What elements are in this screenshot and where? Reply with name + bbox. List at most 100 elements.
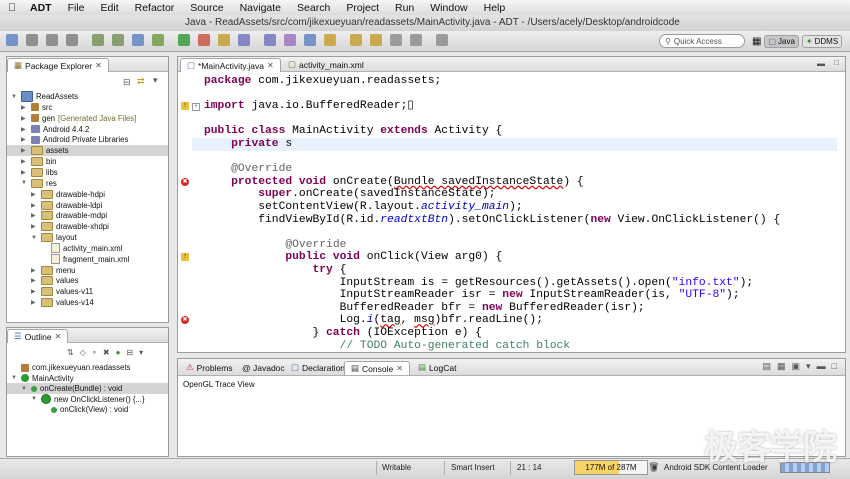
new-interface-icon[interactable] <box>264 34 276 46</box>
run-ext-icon[interactable] <box>198 34 210 46</box>
menu-file[interactable]: File <box>60 2 93 14</box>
close-icon[interactable]: ✕ <box>396 364 403 373</box>
sort-icon[interactable]: ⇅ <box>67 348 74 357</box>
package-explorer-item[interactable]: ▶ drawable-xhdpi <box>7 221 168 232</box>
outline-item[interactable]: onClick(View) : void <box>7 404 168 415</box>
tab-logcat[interactable]: ▤ LogCat <box>412 361 462 374</box>
package-explorer-item[interactable]: ▶ bin <box>7 156 168 167</box>
error-marker-icon[interactable]: ✖ <box>181 177 189 186</box>
tab-outline[interactable]: ☰ Outline ✕ <box>7 329 69 343</box>
collapse-icon[interactable]: ⊟ <box>126 348 133 357</box>
package-explorer-item[interactable]: ▶ assets <box>7 145 168 157</box>
run-icon[interactable] <box>178 34 190 46</box>
forward-icon[interactable] <box>410 34 422 46</box>
search-icon[interactable] <box>304 34 316 46</box>
link-with-editor-icon[interactable]: ⇄ <box>137 76 145 87</box>
menu-edit[interactable]: Edit <box>93 2 127 14</box>
tab-declaration[interactable]: ▢ Declaration <box>285 361 351 374</box>
expanded-triangle-icon[interactable]: ▼ <box>21 386 28 392</box>
warning-marker-icon[interactable]: ! <box>181 253 189 262</box>
close-icon[interactable]: ✕ <box>95 61 102 70</box>
quick-access-field[interactable]: ⚲ Quick Access <box>659 34 745 48</box>
expanded-triangle-icon[interactable]: ▼ <box>31 235 38 241</box>
menu-window[interactable]: Window <box>422 2 475 14</box>
save-all-icon[interactable] <box>46 34 58 46</box>
package-explorer-item[interactable]: ▶ src <box>7 102 168 113</box>
apple-icon[interactable]:  <box>8 2 22 14</box>
display-console-icon[interactable]: ▦ <box>777 361 786 372</box>
menu-help[interactable]: Help <box>476 2 514 14</box>
next-annotation-icon[interactable] <box>350 34 362 46</box>
collapsed-triangle-icon[interactable]: ▶ <box>21 126 28 133</box>
collapsed-triangle-icon[interactable]: ▶ <box>21 158 28 165</box>
package-explorer-item[interactable]: ▼ res <box>7 178 168 189</box>
minimize-icon[interactable]: ▬ <box>817 361 826 372</box>
new-class-icon[interactable] <box>238 34 250 46</box>
debug-icon[interactable] <box>152 34 164 46</box>
tab-problems[interactable]: ⚠ Problems <box>180 361 239 374</box>
collapsed-triangle-icon[interactable]: ▶ <box>21 115 28 122</box>
collapsed-triangle-icon[interactable]: ▶ <box>31 299 38 306</box>
collapsed-triangle-icon[interactable]: ▶ <box>31 288 38 295</box>
collapsed-triangle-icon[interactable]: ▶ <box>31 191 38 198</box>
tab-mainactivity-java[interactable]: ▢ *MainActivity.java ✕ <box>180 58 281 72</box>
menu-refactor[interactable]: Refactor <box>127 2 183 14</box>
minimize-icon[interactable]: ▬ <box>817 59 825 68</box>
open-perspective-icon[interactable]: ▦ <box>752 36 761 47</box>
collapse-all-icon[interactable]: ⊟ <box>123 77 131 88</box>
package-explorer-item[interactable]: ▶ menu <box>7 265 168 276</box>
close-icon[interactable]: ✕ <box>267 61 274 70</box>
package-explorer-item[interactable]: ▶ gen [Generated Java Files] <box>7 113 168 124</box>
expanded-triangle-icon[interactable]: ▼ <box>11 375 18 381</box>
collapsed-triangle-icon[interactable]: ▶ <box>31 277 38 284</box>
collapsed-triangle-icon[interactable]: ▶ <box>21 147 28 154</box>
pin-icon[interactable] <box>436 34 448 46</box>
prev-annotation-icon[interactable] <box>370 34 382 46</box>
toggle-mark-icon[interactable] <box>324 34 336 46</box>
close-icon[interactable]: ✕ <box>55 332 62 341</box>
hide-fields-icon[interactable]: ◇ <box>80 348 86 357</box>
package-explorer-item[interactable]: ▶ Android 4.4.2 <box>7 124 168 135</box>
pin-console-icon[interactable]: ▤ <box>762 361 771 372</box>
package-explorer-item[interactable]: ▶ Android Private Libraries <box>7 134 168 145</box>
new-icon[interactable] <box>6 34 18 46</box>
code-editor[interactable]: package com.jikexueyuan.readassets; impor… <box>178 72 845 352</box>
collapsed-triangle-icon[interactable]: ▶ <box>31 212 38 219</box>
export-icon[interactable] <box>112 34 124 46</box>
menu-run[interactable]: Run <box>387 2 422 14</box>
collapsed-triangle-icon[interactable]: ▶ <box>21 136 28 143</box>
expanded-triangle-icon[interactable]: ▼ <box>31 396 38 402</box>
fold-toggle-icon[interactable]: + <box>192 103 200 112</box>
menu-search[interactable]: Search <box>289 2 338 14</box>
print-icon[interactable] <box>66 34 78 46</box>
expanded-triangle-icon[interactable]: ▼ <box>11 94 18 100</box>
package-explorer-item[interactable]: ▶ values <box>7 275 168 286</box>
maximize-icon[interactable]: □ <box>834 58 839 67</box>
import-icon[interactable] <box>92 34 104 46</box>
package-explorer-item[interactable]: activity_main.xml <box>7 243 168 254</box>
view-menu-icon[interactable]: ▾ <box>806 361 811 372</box>
back-icon[interactable] <box>390 34 402 46</box>
view-menu-icon[interactable]: ▾ <box>153 75 158 86</box>
menu-navigate[interactable]: Navigate <box>232 2 289 14</box>
package-explorer-item[interactable]: ▼ ReadAssets <box>7 91 168 102</box>
collapsed-triangle-icon[interactable]: ▶ <box>21 169 28 176</box>
heap-status[interactable]: 177M of 287M <box>574 460 648 475</box>
package-explorer-item[interactable]: fragment_main.xml <box>7 254 168 265</box>
view-menu-icon[interactable]: ▾ <box>139 348 143 357</box>
perspective-ddms[interactable]: ✦ DDMS <box>801 34 843 48</box>
package-explorer-item[interactable]: ▶ drawable-hdpi <box>7 189 168 200</box>
outline-item[interactable]: com.jikexueyuan.readassets <box>7 362 168 373</box>
menu-project[interactable]: Project <box>338 2 387 14</box>
expanded-triangle-icon[interactable]: ▼ <box>21 180 28 186</box>
tab-javadoc[interactable]: @ Javadoc <box>236 361 291 374</box>
maximize-icon[interactable]: □ <box>832 361 837 372</box>
garbage-collect-icon[interactable]: 🗑 <box>648 462 659 473</box>
open-console-icon[interactable]: ▣ <box>792 361 801 372</box>
open-type-icon[interactable] <box>284 34 296 46</box>
menu-app[interactable]: ADT <box>22 2 60 14</box>
collapsed-triangle-icon[interactable]: ▶ <box>31 223 38 230</box>
hide-nonpublic-icon[interactable]: ✖ <box>103 348 110 357</box>
error-marker-icon[interactable]: ✖ <box>181 316 189 325</box>
outline-item[interactable]: ▼ MainActivity <box>7 373 168 384</box>
